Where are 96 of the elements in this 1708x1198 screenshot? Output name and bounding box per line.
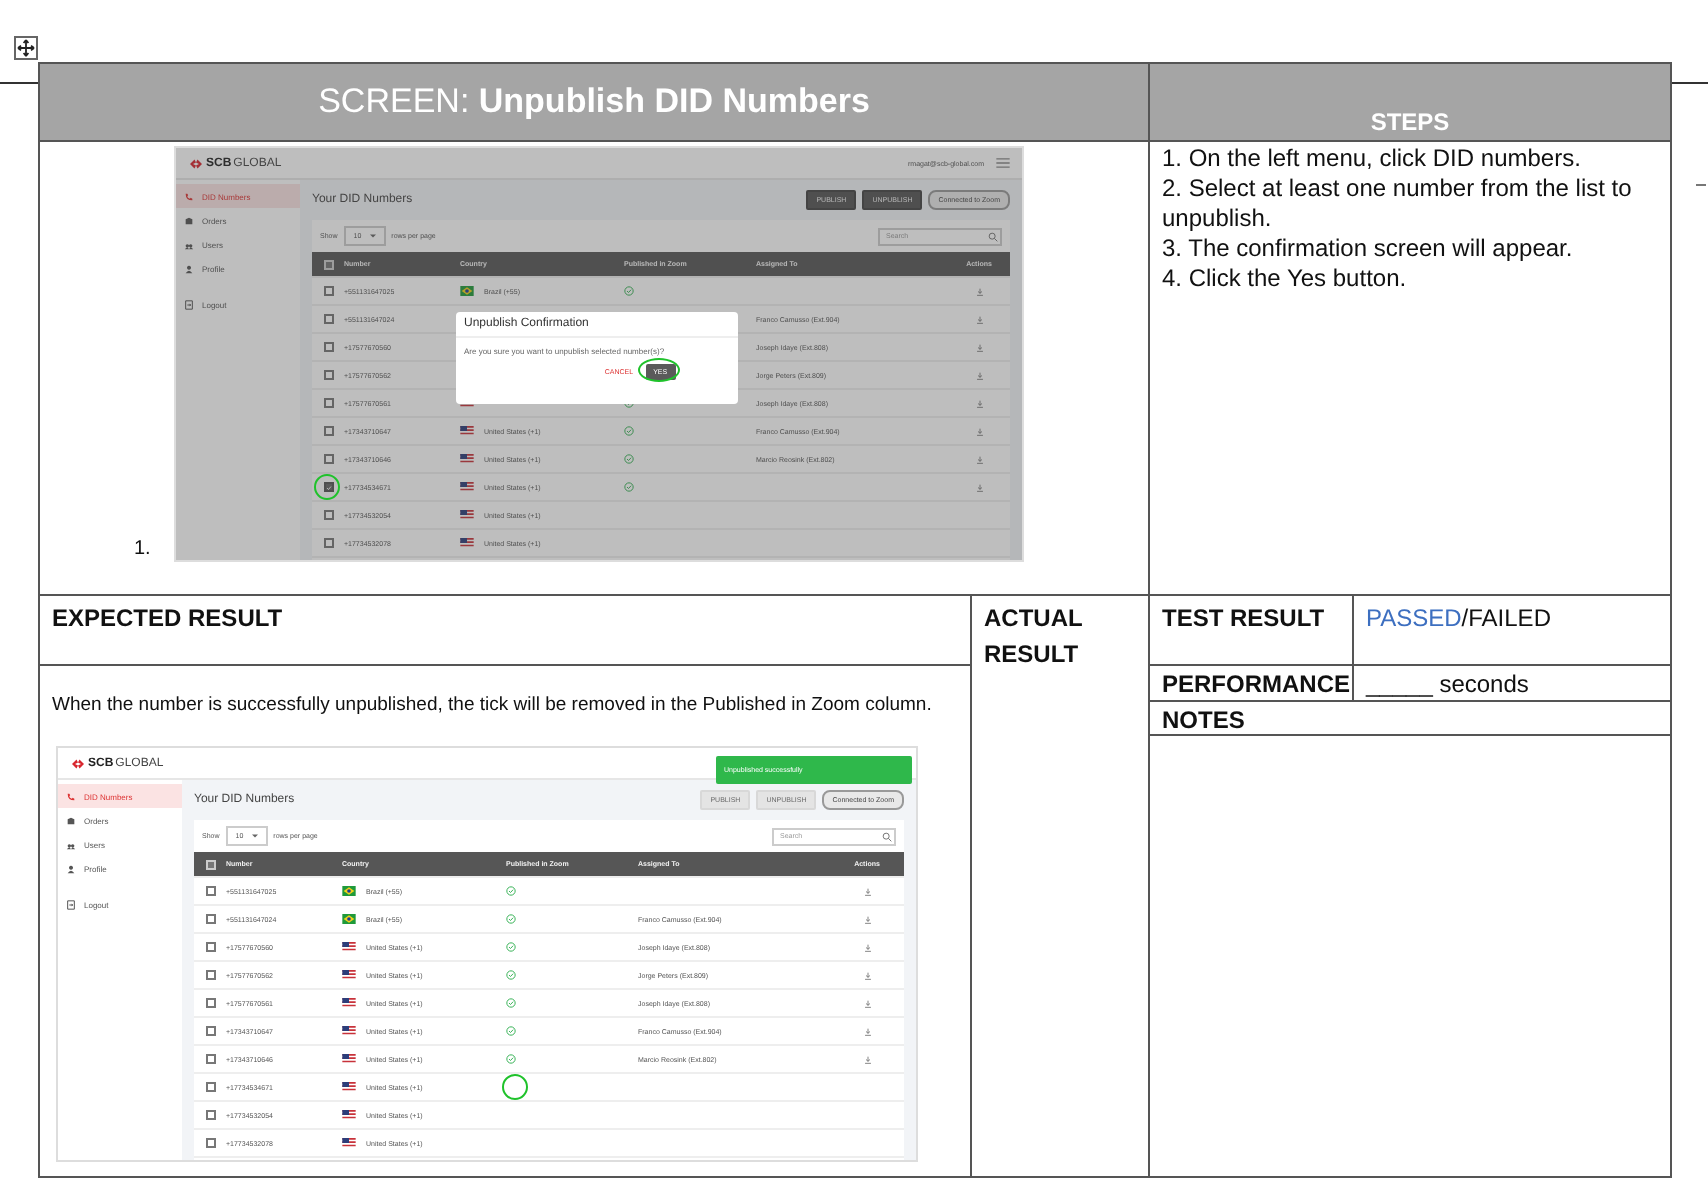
checkbox[interactable]: [205, 886, 215, 896]
phone-icon: [184, 191, 194, 201]
check-circle-icon: [506, 1054, 516, 1064]
step-text: 3. The confirmation screen will appear.: [1162, 234, 1575, 264]
flag-icon: [460, 510, 474, 520]
screen-title: SCREEN: Unpublish DID Numbers: [318, 82, 870, 122]
menu-icon[interactable]: [996, 158, 1010, 168]
flag-icon: [342, 1138, 356, 1148]
download-icon[interactable]: [975, 287, 983, 295]
download-icon[interactable]: [975, 315, 983, 323]
checkbox[interactable]: [205, 914, 215, 924]
check-circle-icon: [506, 970, 516, 980]
test-result-label: TEST RESULT: [1162, 604, 1325, 632]
checkbox[interactable]: [205, 1110, 215, 1120]
flag-icon: [460, 286, 474, 296]
phone-icon: [66, 791, 76, 801]
users-icon: [66, 839, 76, 849]
steps-heading: STEPS: [1370, 108, 1450, 136]
flag-icon: [342, 1110, 356, 1120]
building-icon: [66, 815, 76, 825]
performance-label: PERFORMANCE: [1162, 670, 1351, 698]
checkbox[interactable]: [205, 1026, 215, 1036]
checkbox[interactable]: [205, 1082, 215, 1092]
performance-value: _____ seconds: [1366, 670, 1529, 698]
flag-icon: [342, 1054, 356, 1064]
check-circle-icon: [624, 482, 634, 492]
logout-icon: [184, 299, 194, 309]
flag-icon: [342, 914, 356, 924]
flag-icon: [342, 1082, 356, 1092]
flag-icon: [342, 886, 356, 896]
download-icon[interactable]: [975, 455, 983, 463]
download-icon[interactable]: [863, 943, 871, 951]
notes-label: NOTES: [1162, 706, 1245, 734]
check-circle-icon: [624, 454, 634, 464]
search-icon[interactable]: [988, 231, 998, 241]
checkbox[interactable]: [323, 370, 333, 380]
checkbox[interactable]: [323, 454, 333, 464]
expected-result-text: When the number is successfully unpublished, the tick will be removed in the Published in Zoom column.: [52, 694, 934, 718]
flag-icon: [342, 970, 356, 980]
download-icon[interactable]: [863, 915, 871, 923]
checkbox[interactable]: [205, 998, 215, 1008]
checkbox[interactable]: [323, 482, 333, 492]
step-text: 1. On the left menu, click DID numbers.: [1162, 144, 1583, 174]
check-circle-icon: [506, 1026, 516, 1036]
person-icon: [66, 863, 76, 873]
check-circle-icon: [506, 914, 516, 924]
search-icon[interactable]: [882, 831, 892, 841]
step-text: 2. Select at least one number from the list to unpublish.: [1162, 174, 1634, 234]
checkbox[interactable]: [323, 426, 333, 436]
figure-label: 1.: [134, 538, 151, 560]
checkbox[interactable]: [323, 342, 333, 352]
download-icon[interactable]: [863, 971, 871, 979]
download-icon[interactable]: [863, 1027, 871, 1035]
actual-result-heading: ACTUAL RESULT: [984, 604, 1083, 668]
logout-icon: [66, 899, 76, 909]
download-icon[interactable]: [975, 371, 983, 379]
check-circle-icon: [506, 942, 516, 952]
download-icon[interactable]: [975, 427, 983, 435]
users-icon: [184, 239, 194, 249]
download-icon[interactable]: [975, 343, 983, 351]
download-icon[interactable]: [863, 887, 871, 895]
caret-icon: [369, 234, 376, 238]
person-icon: [184, 263, 194, 273]
checkbox[interactable]: [323, 538, 333, 548]
flag-icon: [342, 998, 356, 1008]
checkbox[interactable]: [205, 942, 215, 952]
logo-mark-icon: [70, 757, 86, 769]
building-icon: [184, 215, 194, 225]
checkbox[interactable]: [205, 970, 215, 980]
download-icon[interactable]: [975, 483, 983, 491]
download-icon[interactable]: [975, 399, 983, 407]
expected-result-heading: EXPECTED RESULT: [52, 604, 283, 632]
flag-icon: [460, 482, 474, 492]
annotation-circle: [637, 358, 680, 382]
caret-icon: [251, 834, 258, 838]
flag-icon: [342, 1026, 356, 1036]
step-text: 4. Click the Yes button.: [1162, 264, 1409, 294]
check-circle-icon: [506, 886, 516, 896]
checkbox[interactable]: [205, 1138, 215, 1148]
check-circle-icon: [624, 426, 634, 436]
test-result-options: PASSED/FAILED: [1366, 604, 1551, 632]
check-circle-icon: [624, 286, 634, 296]
checkbox[interactable]: [323, 510, 333, 520]
flag-icon: [460, 426, 474, 436]
check-circle-icon: [506, 998, 516, 1008]
flag-icon: [460, 538, 474, 548]
move-handle-icon[interactable]: [14, 36, 38, 60]
checkbox[interactable]: [205, 1054, 215, 1064]
download-icon[interactable]: [863, 1055, 871, 1063]
checkbox[interactable]: [323, 286, 333, 296]
flag-icon: [460, 454, 474, 464]
logo-mark-icon: [188, 157, 204, 169]
checkbox[interactable]: [323, 398, 333, 408]
checkbox[interactable]: [323, 314, 333, 324]
download-icon[interactable]: [863, 999, 871, 1007]
flag-icon: [342, 942, 356, 952]
